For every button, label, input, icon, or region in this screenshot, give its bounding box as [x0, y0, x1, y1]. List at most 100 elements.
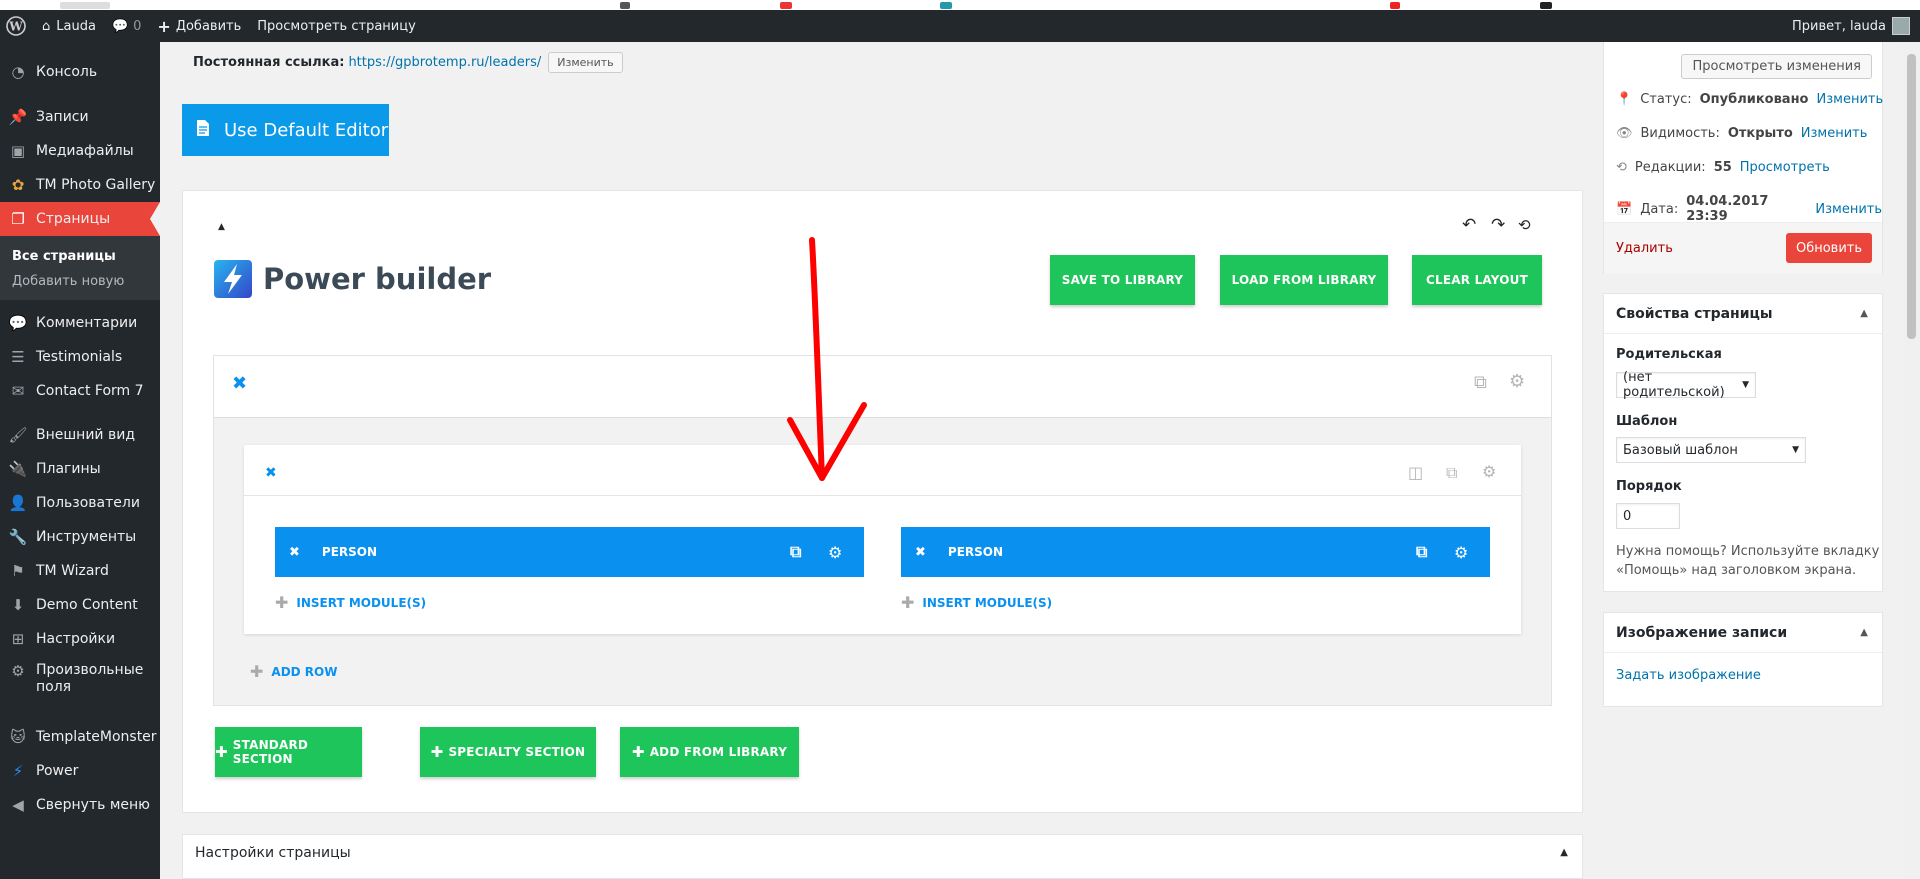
standard-section-button[interactable]: ✚ STANDARD SECTION: [215, 727, 362, 777]
clear-layout-button[interactable]: CLEAR LAYOUT: [1412, 255, 1542, 305]
date-edit-link[interactable]: Изменить: [1815, 202, 1882, 217]
site-name-link[interactable]: ⌂ Lauda: [34, 10, 104, 42]
sidebar-item-demo-content[interactable]: ⬇ Demo Content: [0, 588, 160, 622]
insert-modules-left[interactable]: ✚ INSERT MODULE(S): [275, 593, 426, 612]
submenu-all-pages[interactable]: Все страницы: [12, 249, 116, 264]
section-settings-gear-icon[interactable]: ⚙: [1509, 371, 1525, 392]
sidebar-item-dashboard[interactable]: ◔ Консоль: [0, 55, 160, 89]
sidebar-item-testimonials[interactable]: ☰ Testimonials: [0, 340, 160, 374]
wordpress-logo-icon[interactable]: W: [0, 10, 34, 42]
module-duplicate-icon[interactable]: ⧉: [1416, 542, 1427, 562]
power-builder-logo-icon: [214, 260, 252, 298]
revisions-view-link[interactable]: Просмотреть: [1740, 160, 1830, 175]
sidebar-item-media[interactable]: ▣ Медиафайлы: [0, 134, 160, 168]
panel-toggle-icon[interactable]: ▲: [1860, 308, 1868, 319]
module-settings-gear-icon[interactable]: ⚙: [1454, 543, 1468, 562]
wrench-icon: 🔧: [8, 528, 28, 546]
plus-icon: ✚: [901, 593, 915, 612]
sidebar-item-tm-photo-gallery[interactable]: ✿ TM Photo Gallery: [0, 168, 160, 202]
load-from-library-button[interactable]: LOAD FROM LIBRARY: [1220, 255, 1388, 305]
page-settings-toggle-icon[interactable]: ▲: [1560, 847, 1568, 858]
sidebar-item-posts[interactable]: 📌 Записи: [0, 100, 160, 134]
module-delete-icon[interactable]: ✖: [289, 545, 300, 560]
sidebar-item-contact-form[interactable]: ✉ Contact Form 7: [0, 374, 160, 408]
revisions-icon: ⟲: [1616, 160, 1627, 175]
visibility-edit-link[interactable]: Изменить: [1801, 126, 1868, 141]
plus-icon: ✚: [215, 743, 228, 761]
sidebar-item-comments[interactable]: 💬 Комментарии: [0, 306, 160, 340]
plus-icon: ✚: [430, 743, 444, 761]
sidebar-item-users[interactable]: 👤 Пользователи: [0, 486, 160, 520]
calendar-icon: 📅: [1616, 201, 1633, 217]
comments-link[interactable]: 💬 0: [104, 10, 149, 42]
template-select[interactable]: Базовый шаблон ▼: [1616, 437, 1806, 463]
insert-modules-right[interactable]: ✚ INSERT MODULE(S): [901, 593, 1052, 612]
add-row-button[interactable]: ✚ ADD ROW: [250, 662, 337, 681]
chevron-down-icon: ▼: [1792, 445, 1799, 455]
scrollbar-thumb[interactable]: [1907, 54, 1916, 339]
section-delete-icon[interactable]: ✖: [232, 373, 247, 394]
sidebar-item-power[interactable]: ⚡ Power: [0, 754, 160, 788]
sidebar-item-templatemonster[interactable]: 🐱 TemplateMonster: [0, 720, 160, 754]
plus-icon: +: [157, 16, 171, 36]
user-account-menu[interactable]: Привет, lauda: [1792, 17, 1920, 35]
red-annotation-arrow: [787, 237, 867, 481]
sidebar-item-tools[interactable]: 🔧 Инструменты: [0, 520, 160, 554]
page-scrollbar[interactable]: [1903, 42, 1920, 879]
row-columns-icon[interactable]: ◫: [1408, 463, 1423, 482]
update-button[interactable]: Обновить: [1786, 233, 1872, 263]
order-input[interactable]: 0: [1616, 503, 1680, 529]
page-settings-title[interactable]: Настройки страницы: [195, 845, 351, 861]
sidebar-collapse-menu[interactable]: ◀ Свернуть меню: [0, 788, 160, 822]
permalink-edit-button[interactable]: Изменить: [548, 52, 623, 73]
status-edit-link[interactable]: Изменить: [1817, 92, 1884, 107]
submenu-add-new[interactable]: Добавить новую: [12, 274, 124, 289]
row-duplicate-icon[interactable]: ⧉: [1446, 463, 1457, 483]
comment-bubble-icon: 💬: [111, 18, 129, 34]
module-settings-gear-icon[interactable]: ⚙: [828, 543, 842, 562]
view-page-link[interactable]: Просмотреть страницу: [249, 10, 424, 42]
collapse-toggle-icon[interactable]: ▲: [218, 222, 225, 232]
admin-sidebar: ◔ Консоль 📌 Записи ▣ Медиафайлы ✿ TM Photo G…: [0, 42, 160, 879]
page-settings-box: Настройки страницы ▲: [182, 834, 1583, 879]
download-icon: ⬇: [11, 596, 25, 614]
row-settings-gear-icon[interactable]: ⚙: [1482, 462, 1496, 481]
bolt-icon: ⚡: [12, 762, 24, 780]
parent-select[interactable]: (нет родительской) ▼: [1616, 370, 1756, 400]
specialty-section-button[interactable]: ✚ SPECIALTY SECTION: [420, 727, 596, 777]
sidebar-item-appearance[interactable]: 🖌 Внешний вид: [0, 418, 160, 452]
sidebar-item-pages[interactable]: ❐ Страницы: [0, 202, 160, 236]
save-to-library-button[interactable]: SAVE TO LIBRARY: [1050, 255, 1195, 305]
redo-icon[interactable]: ↷: [1491, 215, 1505, 235]
history-icon[interactable]: ⟲: [1518, 216, 1531, 234]
preview-changes-button[interactable]: Просмотреть изменения: [1681, 54, 1872, 79]
permalink-url[interactable]: https://gpbrotemp.ru/leaders/: [348, 55, 541, 70]
section-duplicate-icon[interactable]: ⧉: [1474, 372, 1487, 393]
module-duplicate-icon[interactable]: ⧉: [790, 542, 801, 562]
add-new-link[interactable]: + Добавить: [149, 10, 249, 42]
mail-icon: ✉: [11, 382, 25, 400]
module-person-right[interactable]: ✖ PERSON ⧉ ⚙: [901, 527, 1490, 577]
eye-icon: 👁: [1616, 126, 1633, 141]
module-person-left[interactable]: ✖ PERSON ⧉ ⚙: [275, 527, 864, 577]
set-featured-image-link[interactable]: Задать изображение: [1616, 668, 1761, 683]
use-default-editor-button[interactable]: Use Default Editor: [182, 104, 389, 156]
panel-toggle-icon[interactable]: ▲: [1860, 627, 1868, 638]
builder-title: Power builder: [263, 262, 492, 296]
sidebar-item-plugins[interactable]: 🔌 Плагины: [0, 452, 160, 486]
flower-icon: ✿: [11, 176, 25, 194]
sidebar-item-settings[interactable]: ⊞ Настройки: [0, 622, 160, 656]
module-delete-icon[interactable]: ✖: [915, 545, 926, 560]
add-from-library-button[interactable]: ✚ ADD FROM LIBRARY: [620, 727, 799, 777]
active-indicator: [150, 202, 160, 236]
undo-icon[interactable]: ↶: [1462, 215, 1476, 235]
featured-image-panel: Изображение записи ▲ Задать изображение: [1603, 612, 1883, 707]
row-delete-icon[interactable]: ✖: [265, 465, 277, 481]
chevron-down-icon: ▼: [1742, 380, 1749, 390]
sidebar-item-tm-wizard[interactable]: ⚑ TM Wizard: [0, 554, 160, 588]
sidebar-item-custom-fields[interactable]: ⚙ Произвольные поля: [0, 662, 160, 706]
settings-icon: ⊞: [11, 630, 25, 648]
document-icon: [196, 119, 210, 142]
user-icon: 👤: [8, 494, 28, 512]
delete-link[interactable]: Удалить: [1616, 241, 1673, 256]
